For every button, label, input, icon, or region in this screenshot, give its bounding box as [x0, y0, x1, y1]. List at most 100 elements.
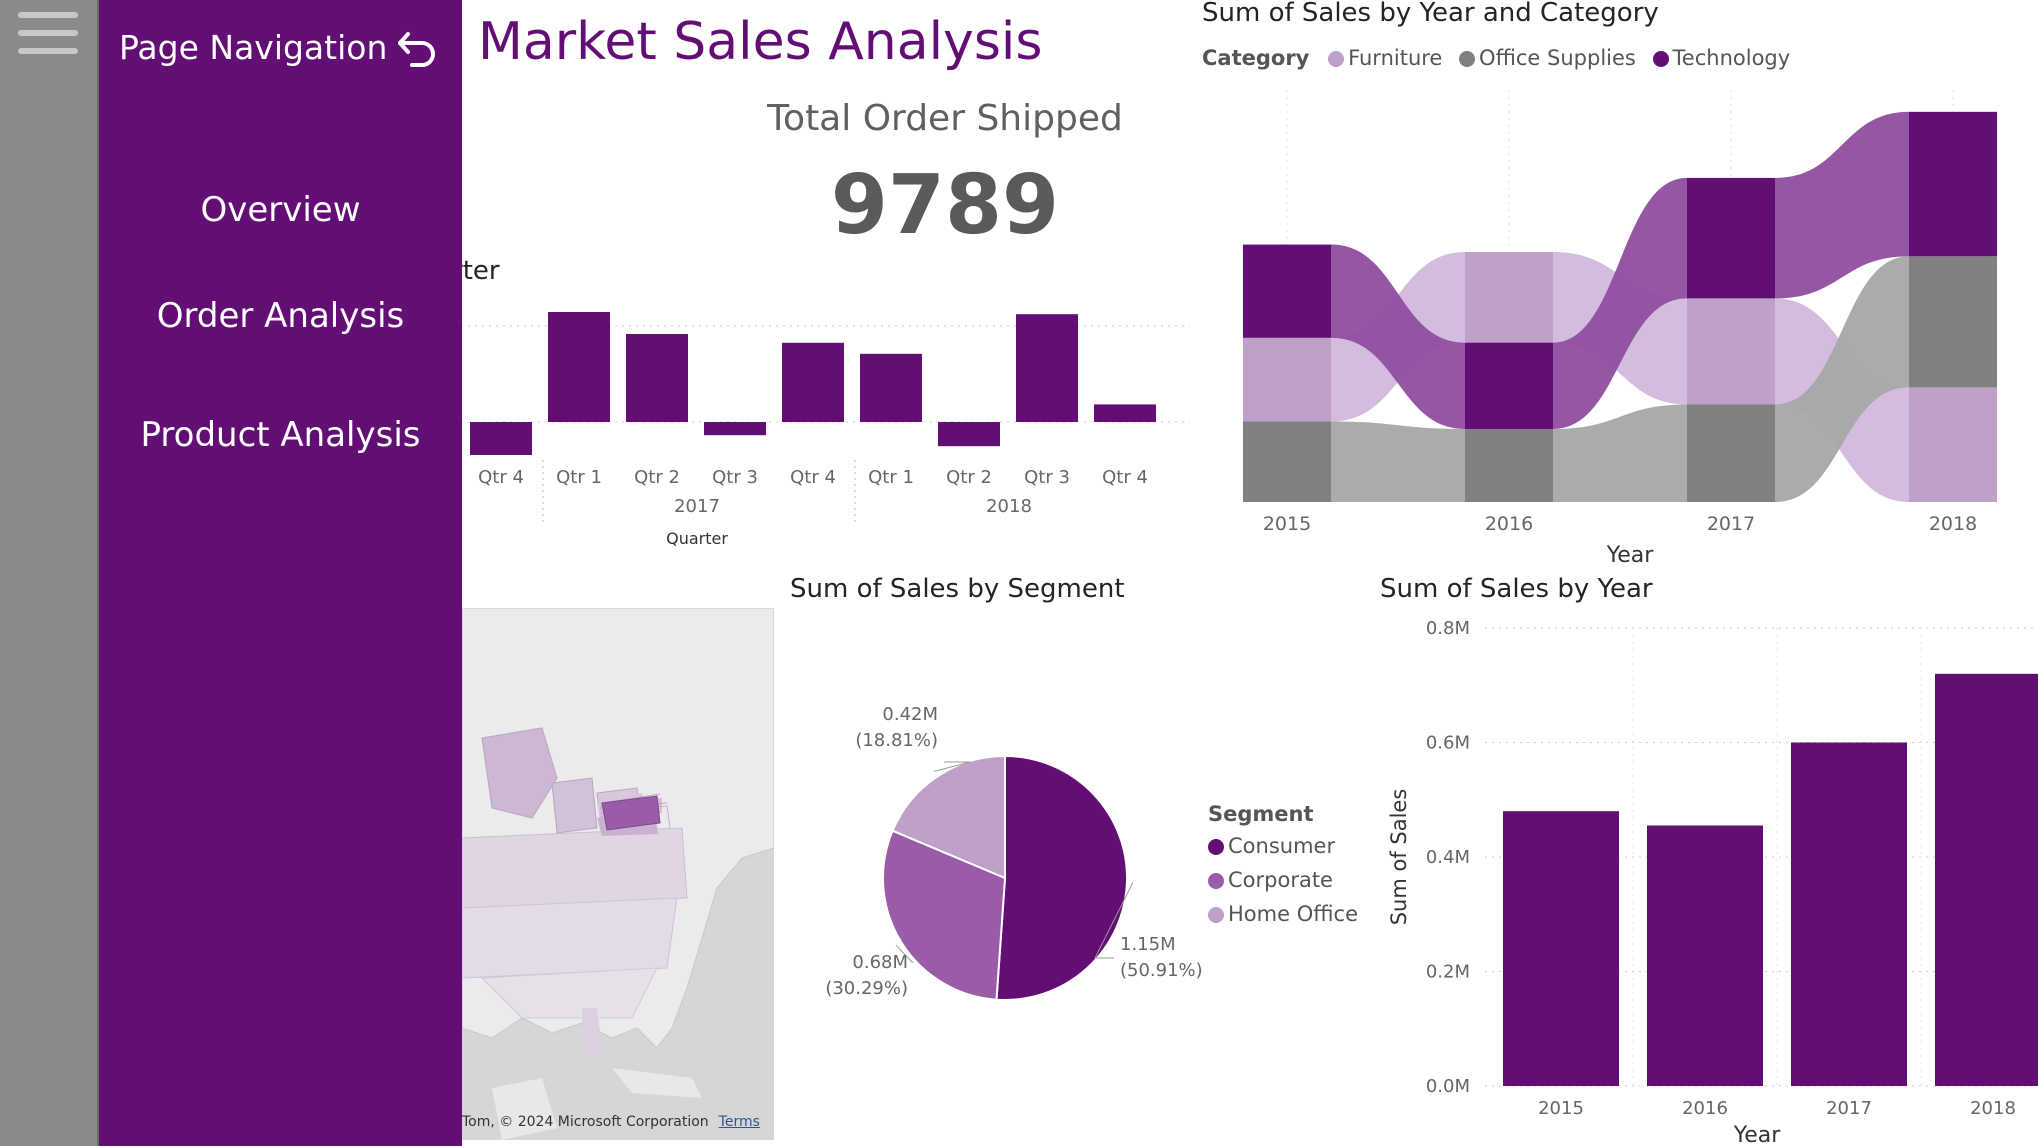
- year-bar-chart: 0.0M 0.2M 0.4M 0.6M 0.8M 2015 2016 2017 2018 Year…: [1387, 618, 2038, 1146]
- segment: [1687, 177, 1775, 299]
- legend-label: Corporate: [1228, 868, 1333, 892]
- bar: [470, 422, 532, 455]
- quarter-bar-chart: Qtr 4 Qtr 1 Qtr 2 Qtr 3 Qtr 4 Qtr 1 Qtr 2 Qtr 3…: [440, 312, 1190, 548]
- tick-label: Qtr 4: [790, 467, 836, 488]
- group-label: 2017: [674, 496, 720, 517]
- segment: [1465, 428, 1553, 502]
- navigation-panel: Page Navigation Overview Order Analysis …: [99, 0, 462, 1146]
- legend-item-consumer[interactable]: Consumer: [1208, 834, 1358, 858]
- pie-chart-title: Sum of Sales by Segment: [790, 574, 1125, 604]
- map-credit-text: Tom, © 2024 Microsoft Corporation: [462, 1114, 709, 1130]
- axis-title: Quarter: [666, 529, 728, 548]
- y-tick-label: 0.4M: [1426, 847, 1470, 868]
- bar: [1094, 404, 1156, 422]
- legend-label: Consumer: [1228, 834, 1336, 858]
- tick-label: Qtr 2: [946, 467, 992, 488]
- data-label: 0.68M: [852, 952, 908, 973]
- data-label-pct: (50.91%): [1120, 960, 1203, 981]
- nav-item-order-analysis[interactable]: Order Analysis: [99, 296, 462, 336]
- x-tick-label: 2017: [1826, 1098, 1872, 1119]
- ribbon-chart: 2015 2016 2017 2018 Year: [1243, 90, 1997, 568]
- map-terms-link[interactable]: Terms: [719, 1114, 760, 1130]
- left-rail: [0, 0, 99, 1146]
- segment: [1909, 256, 1997, 388]
- data-label-pct: (30.29%): [825, 978, 908, 999]
- tick-label: 2018: [1929, 513, 1977, 535]
- legend-item-furniture[interactable]: Furniture: [1328, 46, 1442, 70]
- x-tick-label: 2016: [1682, 1098, 1728, 1119]
- x-tick-label: 2018: [1970, 1098, 2016, 1119]
- legend-item-office-supplies[interactable]: Office Supplies: [1459, 46, 1636, 70]
- bar: [860, 353, 922, 422]
- year-chart-title: Sum of Sales by Year: [1380, 574, 1653, 604]
- legend-item-corporate[interactable]: Corporate: [1208, 868, 1358, 892]
- y-tick-label: 0.2M: [1426, 962, 1470, 983]
- tick-label: 2017: [1707, 513, 1755, 535]
- tick-label: 2015: [1263, 513, 1311, 535]
- nav-item-product-analysis[interactable]: Product Analysis: [99, 415, 462, 455]
- segment: [1243, 337, 1331, 422]
- legend-dot-icon: [1208, 873, 1224, 889]
- tick-label: Qtr 1: [556, 467, 602, 488]
- tick-label: Qtr 1: [868, 467, 914, 488]
- legend-dot-icon: [1652, 51, 1669, 67]
- page-title: Market Sales Analysis: [478, 12, 1043, 72]
- y-tick-label: 0.0M: [1426, 1076, 1470, 1097]
- tick-label: Qtr 2: [634, 467, 680, 488]
- axis-title: Year: [1733, 1123, 1782, 1146]
- axis-title: Year: [1606, 543, 1655, 568]
- y-tick-label: 0.6M: [1426, 733, 1470, 754]
- legend-label: Furniture: [1348, 46, 1443, 70]
- nav-item-overview[interactable]: Overview: [99, 190, 462, 230]
- map-canvas: [462, 608, 774, 1140]
- back-arrow-icon[interactable]: [394, 26, 440, 72]
- bar: [782, 342, 844, 422]
- segment: [1465, 342, 1553, 429]
- kpi-value: 9789: [830, 158, 1060, 253]
- legend-item-technology[interactable]: Technology: [1652, 46, 1790, 70]
- bar: [1935, 673, 2038, 1086]
- tick-label: Qtr 4: [478, 467, 524, 488]
- data-label-pct: (18.81%): [855, 730, 938, 751]
- ribbon: [1331, 421, 1465, 502]
- y-axis-title: Sum of Sales: [1387, 789, 1411, 926]
- segment: [1687, 404, 1775, 502]
- bar: [704, 422, 766, 436]
- bar: [626, 334, 688, 422]
- legend-label: Office Supplies: [1479, 46, 1636, 70]
- map-visual[interactable]: Tom, © 2024 Microsoft Corporation Terms: [462, 608, 774, 1140]
- legend-dot-icon: [1208, 839, 1224, 855]
- tick-label: Qtr 4: [1102, 467, 1148, 488]
- bar: [1503, 811, 1619, 1086]
- x-tick-label: 2015: [1538, 1098, 1584, 1119]
- segment: [1243, 244, 1331, 338]
- legend-dot-icon: [1459, 51, 1476, 67]
- data-label: 1.15M: [1120, 934, 1176, 955]
- pie-slice: [995, 754, 1128, 1001]
- legend-dot-icon: [1328, 51, 1345, 67]
- legend-item-home-office[interactable]: Home Office: [1208, 902, 1358, 926]
- segment: [1465, 252, 1553, 343]
- tick-label: Qtr 3: [712, 467, 758, 488]
- legend-dot-icon: [1208, 907, 1224, 923]
- segment-legend-title: Segment: [1208, 802, 1314, 826]
- segment: [1909, 387, 1997, 502]
- segment: [1243, 421, 1331, 502]
- y-tick-label: 0.8M: [1426, 618, 1470, 639]
- hamburger-menu-icon[interactable]: [18, 12, 78, 64]
- bar: [1791, 742, 1907, 1086]
- segment: [1687, 298, 1775, 405]
- legend-title: Category: [1202, 46, 1310, 70]
- ribbon-chart-title: Sum of Sales by Year and Category: [1202, 0, 1659, 28]
- segment-legend: Segment Consumer Corporate Home Office: [1208, 802, 1358, 926]
- legend-label: Home Office: [1228, 902, 1358, 926]
- ribbon-legend: Category Furniture Office Supplies Techn…: [1202, 46, 1790, 70]
- group-label: 2018: [986, 496, 1032, 517]
- segment: [1909, 111, 1997, 257]
- tick-label: 2016: [1485, 513, 1533, 535]
- kpi-title: Total Order Shipped: [767, 98, 1123, 139]
- bar: [938, 422, 1000, 447]
- pie-chart: 1.15M (50.91%) 0.68M (30.29%) 0.42M (18.81%): [825, 704, 1203, 1001]
- tick-label: Qtr 3: [1024, 467, 1070, 488]
- bar: [548, 312, 610, 422]
